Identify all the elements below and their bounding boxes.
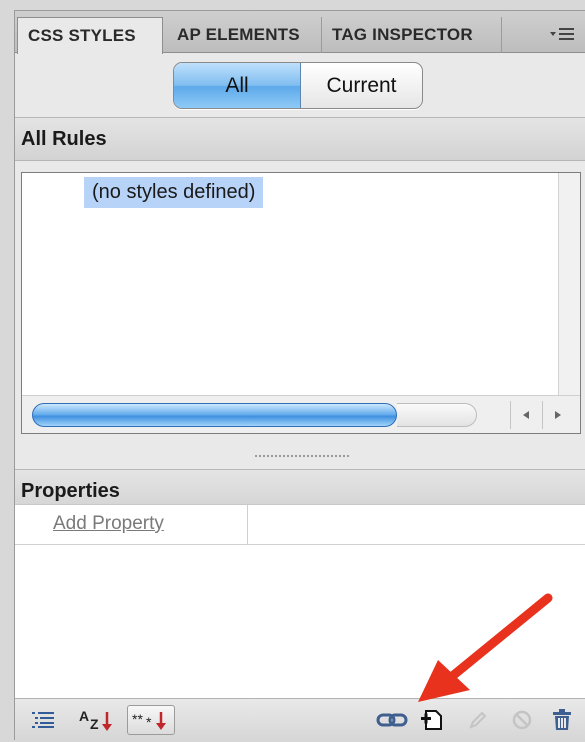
rules-list[interactable]: (no styles defined)	[21, 172, 581, 434]
svg-text:A: A	[79, 708, 89, 724]
tab-css-styles[interactable]: CSS STYLES	[17, 17, 163, 54]
horizontal-scrollbar[interactable]	[22, 395, 580, 433]
properties-table: Add Property	[15, 504, 585, 698]
tab-tag-inspector[interactable]: TAG INSPECTOR	[322, 17, 502, 53]
svg-text:**: **	[132, 711, 143, 727]
delete-css-rule-icon[interactable]	[547, 705, 577, 735]
attach-style-sheet-icon[interactable]	[375, 705, 409, 735]
horizontal-scroll-track[interactable]	[397, 403, 477, 427]
panel-menu-icon[interactable]	[542, 19, 582, 49]
show-category-view-icon[interactable]	[29, 705, 59, 735]
pane-resize-grip[interactable]	[255, 455, 349, 461]
vertical-scrollbar[interactable]	[558, 173, 580, 396]
all-mode-button[interactable]: All	[174, 63, 301, 108]
panel-tab-bar: CSS STYLES AP ELEMENTS TAG INSPECTOR	[15, 11, 585, 54]
show-set-properties-only-icon[interactable]: ** *	[127, 705, 175, 735]
edit-style-icon[interactable]	[463, 705, 493, 735]
column-divider	[247, 505, 248, 545]
panel-bottom-toolbar: A Z ** *	[15, 698, 585, 741]
new-css-rule-icon[interactable]	[415, 705, 449, 735]
tab-ap-elements[interactable]: AP ELEMENTS	[167, 17, 322, 53]
current-mode-button[interactable]: Current	[301, 63, 422, 108]
svg-text:Z: Z	[90, 716, 99, 732]
add-property-link[interactable]: Add Property	[53, 513, 164, 535]
disable-css-property-icon[interactable]	[507, 705, 537, 735]
add-property-row: Add Property	[15, 505, 585, 545]
all-rules-header: All Rules	[15, 117, 585, 161]
all-current-toggle: All Current	[173, 62, 423, 109]
scroll-right-arrow-icon[interactable]	[542, 401, 572, 429]
horizontal-scroll-thumb[interactable]	[32, 403, 397, 427]
rule-item[interactable]: (no styles defined)	[84, 177, 264, 208]
scroll-left-arrow-icon[interactable]	[510, 401, 540, 429]
css-styles-panel: CSS STYLES AP ELEMENTS TAG INSPECTOR All…	[14, 10, 585, 741]
show-alphabetical-view-icon[interactable]: A Z	[77, 705, 119, 735]
svg-text:*: *	[146, 714, 152, 730]
